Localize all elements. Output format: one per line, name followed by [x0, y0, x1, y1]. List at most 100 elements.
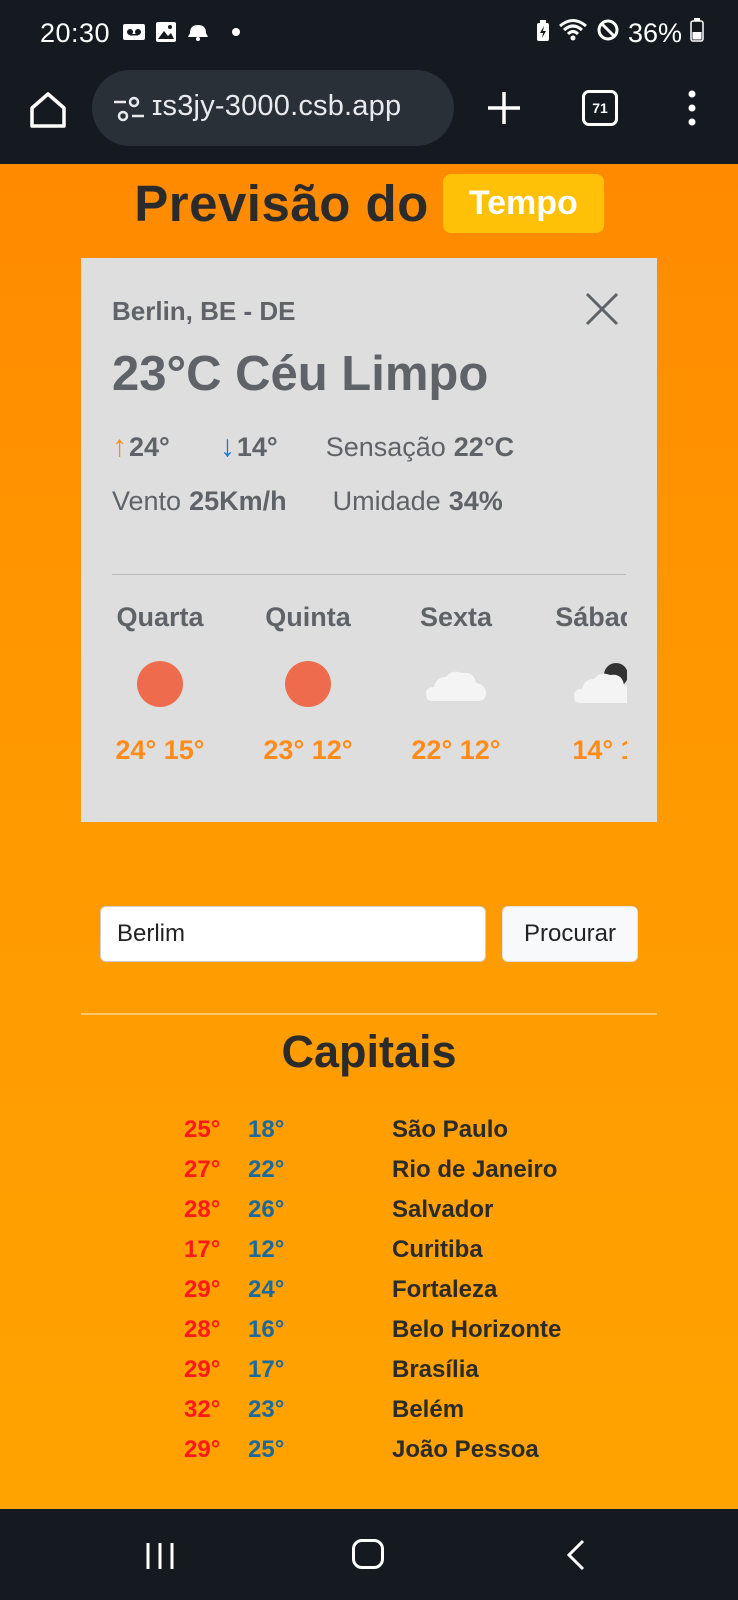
battery-icon	[690, 18, 704, 49]
list-item: 29° 17° Brasília	[180, 1356, 600, 1396]
capital-name: São Paulo	[392, 1116, 509, 1143]
forecast-strip: Quarta 24° 15° Quinta 23° 12° Sexta 22° …	[81, 598, 627, 798]
capitals-title: Capitais	[281, 1026, 457, 1077]
capital-name: Fortaleza	[392, 1276, 498, 1303]
do-not-disturb-icon	[596, 18, 620, 49]
city-search-input[interactable]	[100, 906, 486, 962]
capital-name: João Pessoa	[392, 1436, 539, 1463]
capital-max-temp: 28°	[184, 1316, 221, 1343]
forecast-temps: 14° 1	[572, 735, 627, 765]
capital-max-temp: 28°	[184, 1196, 221, 1223]
capital-min-temp: 17°	[248, 1356, 285, 1383]
status-right: 36%	[536, 18, 704, 49]
address-bar[interactable]: ɪs3jy-3000.csb.app	[92, 70, 454, 146]
url-text[interactable]: ɪs3jy-3000.csb.app	[152, 90, 401, 123]
capital-min-temp: 24°	[248, 1276, 285, 1303]
list-item: 27° 22° Rio de Janeiro	[180, 1156, 600, 1196]
notification-icons	[122, 20, 240, 44]
feels-value: 22°C	[453, 431, 515, 462]
capital-name: Salvador	[392, 1196, 494, 1223]
site-settings-icon[interactable]	[112, 94, 146, 124]
capital-max-temp: 17°	[184, 1236, 221, 1263]
humidity-label: Umidade	[332, 486, 441, 516]
list-item: 32° 23° Belém	[180, 1396, 600, 1436]
wind-label: Vento	[112, 486, 182, 516]
temp-range-row: ↑ 24° ↓ 14° Sensação 22°C	[112, 430, 514, 464]
page-title: Previsão do	[134, 175, 429, 232]
sun-icon	[233, 659, 383, 707]
status-time: 20:30	[40, 18, 111, 48]
arrow-up-icon: ↑	[112, 430, 127, 463]
app-notification-icon	[186, 20, 210, 44]
new-tab-icon[interactable]	[482, 86, 526, 130]
current-temperature: 23°C Céu Limpo	[112, 347, 489, 401]
list-item: 28° 16° Belo Horizonte	[180, 1316, 600, 1356]
page-content: Previsão do Tempo Berlin, BE - DE 23°C C…	[0, 164, 738, 1509]
home-nav-icon[interactable]	[352, 1539, 384, 1569]
forecast-day-name: Sexta	[419, 602, 493, 632]
capital-max-temp: 27°	[184, 1156, 221, 1183]
capital-name: Brasília	[392, 1356, 479, 1383]
forecast-day-name: Sábado	[555, 602, 627, 632]
forecast-day: Sexta 22° 12°	[381, 598, 531, 766]
sun-icon	[85, 659, 235, 707]
capital-min-temp: 16°	[248, 1316, 285, 1343]
system-navigation-bar	[0, 1509, 738, 1600]
capital-name: Belém	[392, 1396, 465, 1423]
feels-label: Sensação	[325, 431, 446, 462]
tab-switcher-button[interactable]: 71	[582, 90, 618, 126]
capital-max-temp: 29°	[184, 1436, 221, 1463]
status-bar: 20:30 36%	[0, 0, 738, 68]
forecast-day: Quinta 23° 12°	[233, 598, 383, 766]
city-name: Berlin, BE - DE	[112, 296, 296, 326]
capital-min-temp: 22°	[248, 1156, 285, 1183]
browser-toolbar: ɪs3jy-3000.csb.app 71	[0, 68, 738, 164]
capital-min-temp: 12°	[248, 1236, 285, 1263]
forecast-temps: 22° 12°	[411, 735, 501, 765]
capital-max-temp: 29°	[184, 1356, 221, 1383]
more-menu-icon[interactable]	[680, 86, 704, 130]
wind-humidity-row: Vento 25Km/h Umidade 34%	[112, 486, 503, 517]
list-item: 29° 25° João Pessoa	[180, 1436, 600, 1476]
voicemail-icon	[122, 20, 146, 44]
forecast-temps: 24° 15°	[115, 735, 205, 765]
forecast-day: Quarta 24° 15°	[85, 598, 235, 766]
capital-name: Curitiba	[392, 1236, 483, 1263]
cloud-icon	[381, 659, 531, 707]
humidity-value: 34%	[448, 486, 503, 516]
capital-name: Belo Horizonte	[392, 1316, 562, 1343]
list-item: 25° 18° São Paulo	[180, 1116, 600, 1156]
min-temp: 14°	[236, 431, 278, 462]
section-divider	[81, 1013, 657, 1015]
page-heading: Previsão do Tempo	[0, 174, 738, 233]
max-temp: 24°	[129, 431, 170, 462]
gallery-icon	[154, 20, 178, 44]
back-icon[interactable]	[566, 1539, 586, 1576]
capital-max-temp: 29°	[184, 1276, 221, 1303]
weather-card: Berlin, BE - DE 23°C Céu Limpo ↑ 24° ↓ 1…	[81, 258, 657, 822]
search-button[interactable]: Procurar	[502, 906, 638, 962]
forecast-day-name: Quinta	[265, 602, 351, 632]
capital-min-temp: 25°	[248, 1436, 285, 1463]
title-badge: Tempo	[442, 174, 604, 233]
forecast-temps: 23° 12°	[263, 735, 353, 765]
forecast-day-name: Quarta	[116, 602, 204, 632]
home-icon[interactable]	[26, 88, 70, 132]
list-item: 28° 26° Salvador	[180, 1196, 600, 1236]
close-icon[interactable]	[585, 292, 619, 326]
capital-min-temp: 26°	[248, 1196, 285, 1223]
card-divider	[112, 574, 626, 575]
more-notifications-dot	[232, 28, 240, 36]
battery-saver-icon	[536, 18, 550, 49]
capital-max-temp: 32°	[184, 1396, 221, 1423]
capital-min-temp: 18°	[248, 1116, 285, 1143]
cloud-night-icon	[529, 659, 627, 707]
battery-percent: 36%	[627, 18, 682, 48]
capital-max-temp: 25°	[184, 1116, 221, 1143]
capital-min-temp: 23°	[248, 1396, 285, 1423]
list-item: 29° 24° Fortaleza	[180, 1276, 600, 1316]
wifi-icon	[558, 18, 588, 49]
arrow-down-icon: ↓	[219, 430, 235, 463]
capital-name: Rio de Janeiro	[392, 1156, 558, 1183]
recent-apps-icon[interactable]	[144, 1541, 176, 1576]
